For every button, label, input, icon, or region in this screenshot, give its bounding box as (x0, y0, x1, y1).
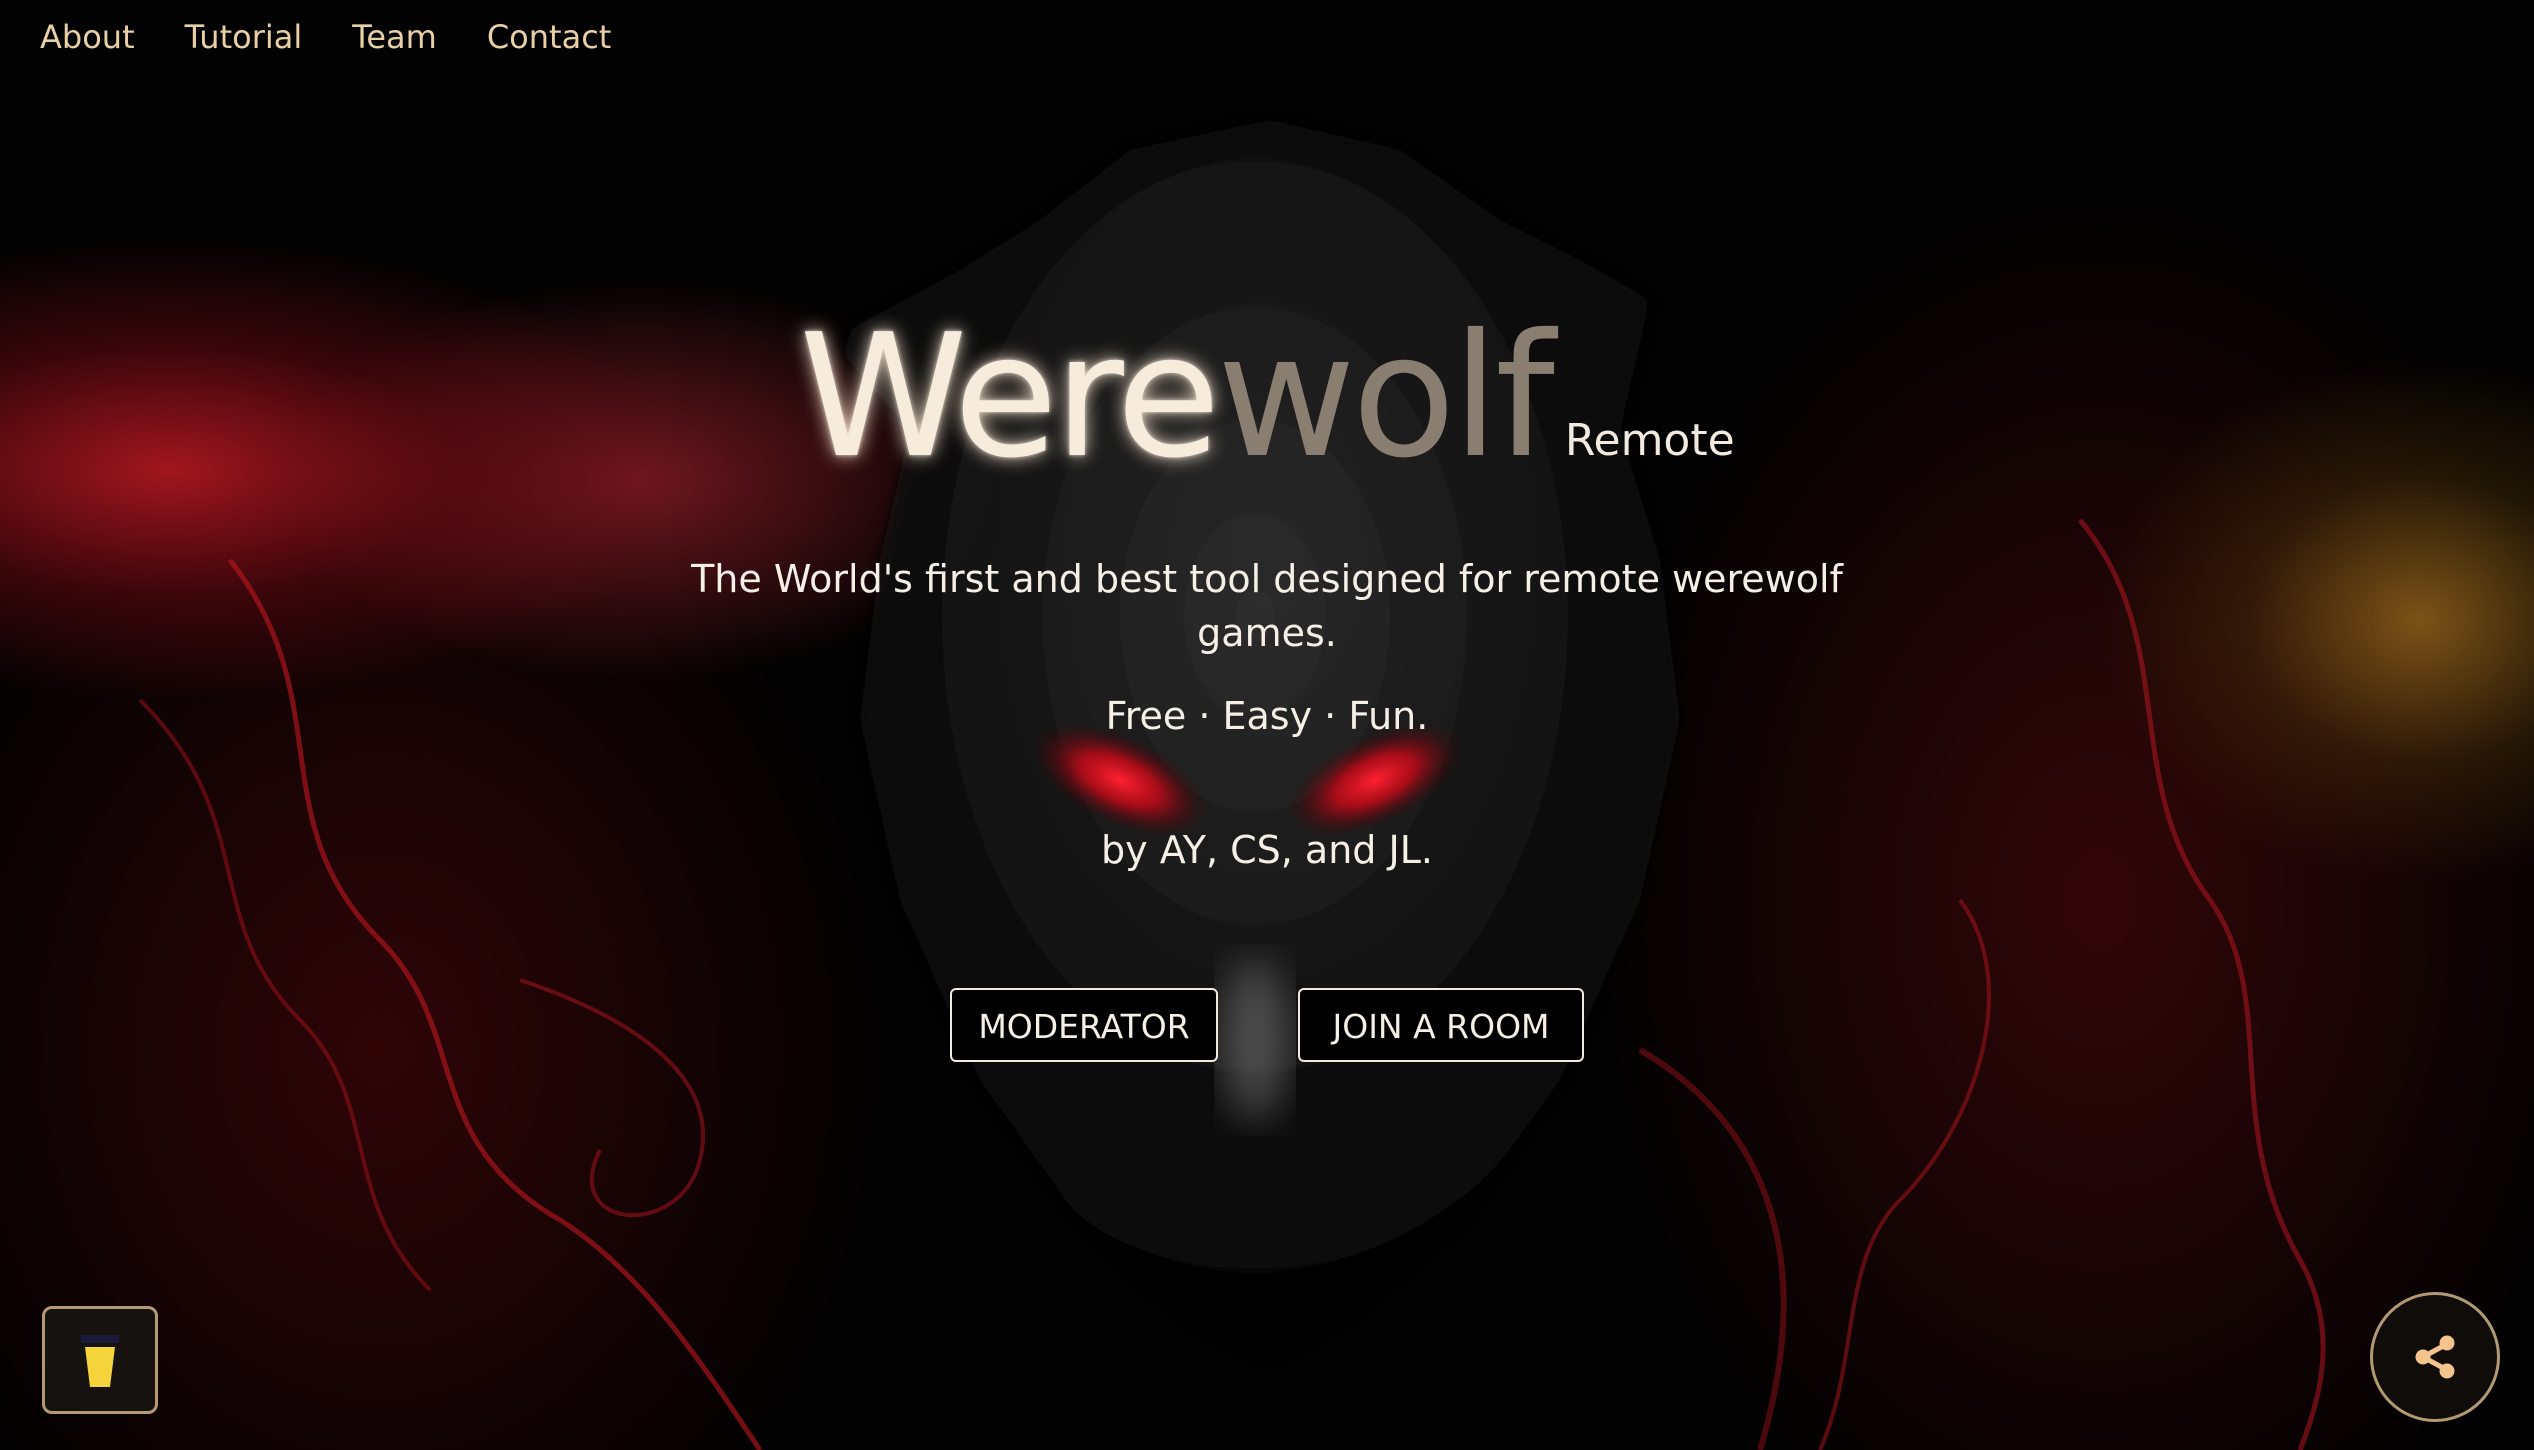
share-button[interactable] (2370, 1292, 2500, 1422)
moderator-button[interactable]: MODERATOR (950, 988, 1218, 1062)
join-room-button[interactable]: JOIN A ROOM (1298, 988, 1584, 1062)
title-remote-suffix: Remote (1564, 415, 1735, 466)
buy-me-a-coffee-button[interactable] (42, 1306, 158, 1414)
title-wolf: wolf (1216, 298, 1555, 496)
nav-team[interactable]: Team (352, 18, 437, 56)
nav-tutorial[interactable]: Tutorial (185, 18, 303, 56)
motto: Free · Easy · Fun. (1105, 694, 1429, 738)
coffee-cup-icon (81, 1335, 119, 1387)
nav-contact[interactable]: Contact (487, 18, 612, 56)
title-were: Were (799, 298, 1220, 496)
page-title: Were wolf Remote (0, 312, 2534, 482)
share-icon (2415, 1335, 2455, 1379)
top-nav: About Tutorial Team Contact (40, 18, 661, 56)
nav-about[interactable]: About (40, 18, 135, 56)
action-buttons: MODERATOR JOIN A ROOM (0, 988, 2534, 1062)
tagline: The World's first and best tool designed… (691, 557, 1843, 655)
authors-credit: by AY, CS, and JL. (1101, 828, 1433, 872)
